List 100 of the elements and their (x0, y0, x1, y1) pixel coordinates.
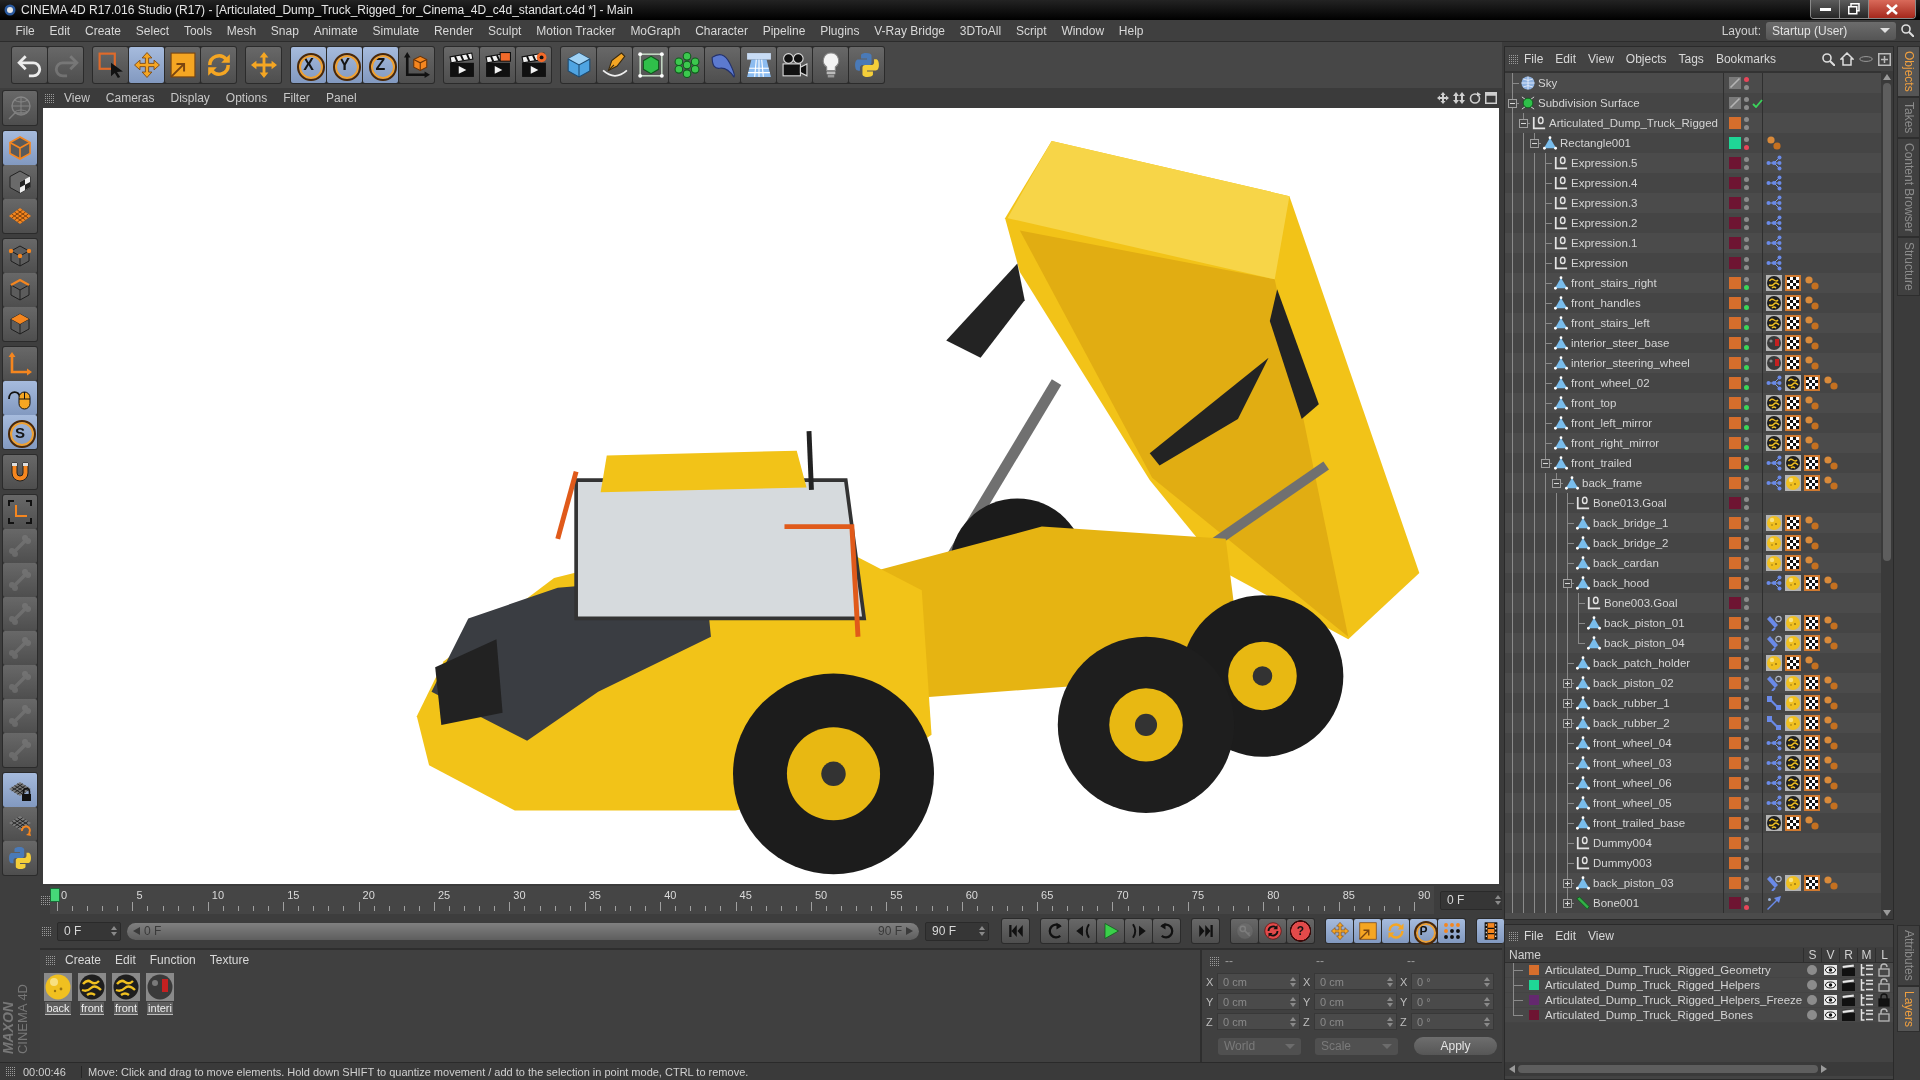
spinner-icon[interactable] (1290, 996, 1296, 1007)
visibility-dot-icon[interactable] (1744, 804, 1749, 810)
menu-item[interactable]: Edit (111, 953, 140, 967)
menu-item[interactable]: Script (1008, 23, 1054, 38)
layer-swatch-icon[interactable] (1729, 577, 1741, 589)
scale-button[interactable] (165, 47, 200, 83)
visibility-dot-icon[interactable] (1744, 824, 1749, 830)
layer-swatch-icon[interactable] (1729, 477, 1741, 489)
material-sphere-icon[interactable] (1766, 275, 1782, 291)
visibility-dot-icon[interactable] (1744, 396, 1749, 402)
render-view-button[interactable] (444, 47, 479, 83)
visibility-dot-icon[interactable] (1744, 284, 1749, 290)
menu-item[interactable]: Objects (1619, 52, 1673, 66)
pen-button[interactable] (597, 47, 632, 83)
menu-item[interactable]: File (1518, 929, 1550, 943)
checker-icon[interactable] (1804, 615, 1820, 631)
checker-icon[interactable] (1804, 775, 1820, 791)
two-dots-icon[interactable] (1804, 355, 1820, 371)
layer-swatch-icon[interactable] (1729, 617, 1741, 629)
menu-item[interactable]: Bookmarks (1709, 52, 1782, 66)
pin-icon[interactable] (1766, 635, 1782, 651)
pin-icon[interactable] (1766, 615, 1782, 631)
menu-item[interactable]: Tags (1672, 52, 1710, 66)
object-name[interactable]: Sky (1538, 77, 1558, 89)
eye-icon[interactable] (1823, 980, 1837, 990)
object-name[interactable]: front_wheel_02 (1571, 377, 1650, 389)
checker-icon[interactable] (1785, 815, 1801, 831)
menu-item[interactable]: Pipeline (755, 23, 813, 38)
zoom-icon[interactable] (1453, 92, 1465, 104)
solo-dot-icon[interactable] (1807, 995, 1817, 1005)
layer-swatch-icon[interactable] (1729, 137, 1741, 149)
layer-swatch-icon[interactable] (1729, 437, 1741, 449)
scrollbar-thumb[interactable] (1518, 1065, 1818, 1073)
menu-item[interactable]: View (58, 91, 96, 105)
object-name[interactable]: Expression.3 (1571, 197, 1638, 209)
clapperboard-icon[interactable] (1841, 964, 1855, 976)
node-graph-icon[interactable] (1766, 755, 1782, 771)
rotate-button[interactable] (201, 47, 236, 83)
scroll-up-icon[interactable] (1883, 74, 1891, 80)
eye-icon[interactable] (1823, 965, 1837, 975)
grip-icon[interactable] (1509, 931, 1518, 941)
visibility-dot-icon[interactable] (1744, 556, 1749, 562)
grip-icon[interactable] (42, 926, 51, 936)
layer-swatch-icon[interactable] (1729, 217, 1741, 229)
material-sphere-icon[interactable] (112, 973, 140, 1001)
object-name[interactable]: front_top (1571, 397, 1617, 409)
lock-icon[interactable] (1878, 963, 1890, 977)
layer-swatch-icon[interactable] (1729, 237, 1741, 249)
visibility-dot-icon[interactable] (1744, 304, 1749, 310)
menu-item[interactable]: Edit (1549, 52, 1583, 66)
two-dots-icon[interactable] (1804, 295, 1820, 311)
hierarchy-icon[interactable] (1859, 964, 1873, 976)
menu-item[interactable]: Mesh (219, 23, 264, 38)
layer-swatch-icon[interactable] (1729, 397, 1741, 409)
material-name[interactable]: interi (147, 1002, 173, 1015)
layer-swatch-icon[interactable] (1729, 857, 1741, 869)
two-dots-icon[interactable] (1804, 815, 1820, 831)
menu-item[interactable]: Panel (319, 91, 363, 105)
visibility-dot-icon[interactable] (1744, 96, 1749, 102)
layer-swatch-icon[interactable] (1729, 257, 1741, 269)
object-name[interactable]: front_wheel_06 (1593, 777, 1672, 789)
two-dots-icon[interactable] (1823, 755, 1839, 771)
scroll-left-icon[interactable] (1509, 1065, 1515, 1073)
cloner-button[interactable] (669, 47, 704, 83)
object-name[interactable]: front_wheel_04 (1593, 737, 1672, 749)
collapse-icon[interactable] (1541, 458, 1550, 468)
visibility-dot-icon[interactable] (1744, 564, 1749, 570)
visibility-dot-icon[interactable] (1744, 256, 1749, 262)
material-name[interactable]: back (45, 1002, 71, 1015)
pin-icon[interactable] (1766, 875, 1782, 891)
object-name[interactable]: back_piston_04 (1604, 637, 1685, 649)
collapse-icon[interactable] (1519, 118, 1528, 128)
two-dots-icon[interactable] (1804, 335, 1820, 351)
camera-button[interactable] (777, 47, 812, 83)
visibility-dot-icon[interactable] (1744, 384, 1749, 390)
menu-item[interactable]: Motion Tracker (528, 23, 623, 38)
visibility-dot-icon[interactable] (1744, 756, 1749, 762)
select-button[interactable] (93, 47, 128, 83)
material-sphere-icon[interactable] (1785, 735, 1801, 751)
object-name[interactable]: back_hood (1593, 577, 1650, 589)
menu-item[interactable]: Function (145, 953, 200, 967)
menu-item[interactable]: Cameras (99, 91, 161, 105)
previous-key-button[interactable] (1041, 919, 1068, 943)
ellipse-icon[interactable] (1859, 56, 1873, 62)
layer-swatch-icon[interactable] (1729, 157, 1741, 169)
texture-button[interactable] (3, 165, 37, 199)
object-name[interactable]: back_bridge_1 (1593, 517, 1669, 529)
two-dots-icon[interactable] (1823, 455, 1839, 471)
solo-dot-icon[interactable] (1807, 1010, 1817, 1020)
visibility-dot-icon[interactable] (1744, 376, 1749, 382)
link-icon[interactable] (1766, 695, 1782, 711)
menu-item[interactable]: Plugins (812, 23, 867, 38)
eye-icon[interactable] (1823, 1010, 1837, 1020)
visibility-dot-icon[interactable] (1744, 184, 1749, 190)
layer-swatch-icon[interactable] (1729, 177, 1741, 189)
grid-lock-button[interactable] (3, 773, 37, 807)
object-name[interactable]: Dummy004 (1593, 837, 1652, 849)
two-dots-icon[interactable] (1804, 655, 1820, 671)
scrollbar[interactable] (1881, 71, 1893, 919)
object-name[interactable]: back_bridge_2 (1593, 537, 1669, 549)
